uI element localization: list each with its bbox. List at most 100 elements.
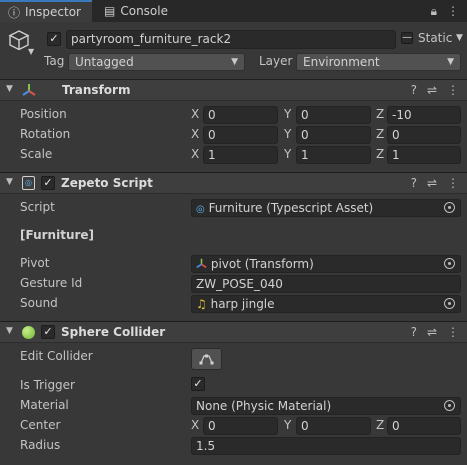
is-trigger-checkbox[interactable]: ✓ (191, 377, 205, 391)
center-x-input[interactable]: 0 (203, 417, 278, 435)
sphere-collider-header[interactable]: ▼ ✓ Sphere Collider ? ⇌ ⋮ (0, 321, 467, 343)
sphere-collider-icon (22, 326, 35, 339)
console-icon: ▤ (104, 4, 116, 18)
object-picker-icon[interactable] (444, 400, 455, 411)
audio-clip-icon: ♫ (196, 297, 207, 311)
pivot-label: Pivot (20, 256, 50, 270)
sphere-enabled-checkbox[interactable]: ✓ (41, 325, 55, 339)
sound-value: harp jingle (210, 297, 275, 311)
is-trigger-label: Is Trigger (20, 378, 75, 392)
zepeto-title: Zepeto Script (61, 176, 153, 190)
layer-value: Environment (303, 55, 380, 69)
foldout-arrow-icon[interactable]: ▼ (6, 84, 13, 94)
foldout-arrow-icon[interactable]: ▼ (6, 326, 13, 336)
lock-icon[interactable]: 🔒︎ (431, 4, 437, 19)
edit-collider-button[interactable] (191, 348, 222, 370)
static-dropdown-arrow[interactable]: ▼ (456, 33, 463, 43)
kebab-menu-icon[interactable]: ⋮ (447, 4, 459, 19)
kebab-menu-icon[interactable]: ⋮ (447, 83, 459, 97)
rotation-y-input[interactable]: 0 (296, 126, 371, 144)
edit-bounds-icon (199, 354, 214, 365)
layer-label: Layer (259, 54, 293, 68)
icon-dropdown-arrow[interactable]: ▼ (28, 47, 34, 56)
static-checkbox[interactable]: — (401, 32, 413, 44)
radius-input[interactable]: 1.5 (191, 437, 461, 455)
transform-axes-icon (22, 83, 36, 100)
axis-x-label: X (191, 147, 200, 161)
position-z-input[interactable]: -10 (387, 106, 461, 124)
gameobject-cube-icon (8, 29, 30, 51)
axis-y-label: Y (284, 127, 292, 141)
chevron-down-icon: ▼ (447, 57, 454, 67)
axis-z-label: Z (376, 147, 385, 161)
tab-inspector-label: Inspector (25, 5, 81, 19)
material-value: None (Physic Material) (196, 399, 332, 413)
active-checkbox[interactable]: ✓ (47, 32, 61, 46)
rotation-z-input[interactable]: 0 (387, 126, 461, 144)
axis-y-label: Y (284, 107, 292, 121)
transform-title: Transform (62, 83, 131, 97)
position-y-input[interactable]: 0 (296, 106, 371, 124)
scale-y-input[interactable]: 1 (296, 146, 371, 164)
foldout-arrow-icon[interactable]: ▼ (6, 177, 13, 187)
kebab-menu-icon[interactable]: ⋮ (447, 325, 459, 339)
rotation-x-input[interactable]: 0 (203, 126, 278, 144)
preset-icon[interactable]: ⇌ (427, 325, 437, 339)
tab-inspector[interactable]: ⓘ Inspector (0, 0, 92, 22)
center-label: Center (20, 418, 61, 432)
object-name-input[interactable]: partyroom_furniture_rack2 (66, 30, 396, 49)
material-label: Material (20, 398, 69, 412)
transform-axes-icon (196, 257, 211, 271)
material-object-field[interactable]: None (Physic Material) (191, 397, 461, 415)
zepeto-enabled-checkbox[interactable]: ✓ (41, 176, 55, 190)
object-picker-icon[interactable] (444, 202, 455, 213)
script-object-field[interactable]: ◎ Furniture (Typescript Asset) (191, 199, 461, 217)
scale-x-input[interactable]: 1 (203, 146, 278, 164)
help-icon[interactable]: ? (411, 176, 417, 190)
tag-dropdown[interactable]: Untagged ▼ (68, 53, 245, 71)
script-label: Script (20, 200, 55, 214)
gesture-id-label: Gesture Id (20, 276, 83, 290)
sphere-title: Sphere Collider (61, 325, 166, 339)
tab-bar: ⓘ Inspector ▤ Console 🔒︎ ⋮ (0, 0, 467, 22)
radius-label: Radius (20, 438, 61, 452)
object-picker-icon[interactable] (444, 298, 455, 309)
help-icon[interactable]: ? (411, 325, 417, 339)
tag-label: Tag (44, 54, 65, 68)
tab-console[interactable]: ▤ Console (96, 0, 176, 22)
axis-x-label: X (191, 127, 200, 141)
help-icon[interactable]: ? (411, 83, 417, 97)
info-icon: ⓘ (8, 5, 21, 20)
transform-header[interactable]: ▼ Transform ? ⇌ ⋮ (0, 79, 467, 101)
axis-z-label: Z (376, 107, 385, 121)
script-file-icon: ◎ (22, 176, 35, 190)
center-z-input[interactable]: 0 (387, 417, 461, 435)
scale-z-input[interactable]: 1 (387, 146, 461, 164)
axis-z-label: Z (376, 127, 385, 141)
scale-label: Scale (20, 147, 53, 161)
axis-z-label: Z (376, 418, 385, 432)
layer-dropdown[interactable]: Environment ▼ (296, 53, 461, 71)
chevron-down-icon: ▼ (231, 57, 238, 67)
static-label: Static (418, 31, 453, 45)
position-label: Position (20, 107, 67, 121)
preset-icon[interactable]: ⇌ (427, 176, 437, 190)
sound-object-field[interactable]: ♫ harp jingle (191, 295, 461, 313)
typescript-asset-icon: ◎ (196, 204, 205, 215)
position-x-input[interactable]: 0 (203, 106, 278, 124)
object-picker-icon[interactable] (444, 258, 455, 269)
preset-icon[interactable]: ⇌ (427, 83, 437, 97)
zepeto-script-header[interactable]: ▼ ◎ ✓ Zepeto Script ? ⇌ ⋮ (0, 172, 467, 194)
axis-y-label: Y (284, 147, 292, 161)
sound-label: Sound (20, 296, 58, 310)
pivot-object-field[interactable]: pivot (Transform) (191, 255, 461, 273)
tag-value: Untagged (75, 55, 134, 69)
script-value: Furniture (Typescript Asset) (208, 201, 374, 215)
center-y-input[interactable]: 0 (296, 417, 371, 435)
axis-y-label: Y (284, 418, 292, 432)
rotation-label: Rotation (20, 127, 71, 141)
pivot-value: pivot (Transform) (210, 257, 314, 271)
edit-collider-label: Edit Collider (20, 349, 93, 363)
kebab-menu-icon[interactable]: ⋮ (447, 176, 459, 190)
gesture-id-input[interactable]: ZW_POSE_040 (191, 275, 461, 293)
